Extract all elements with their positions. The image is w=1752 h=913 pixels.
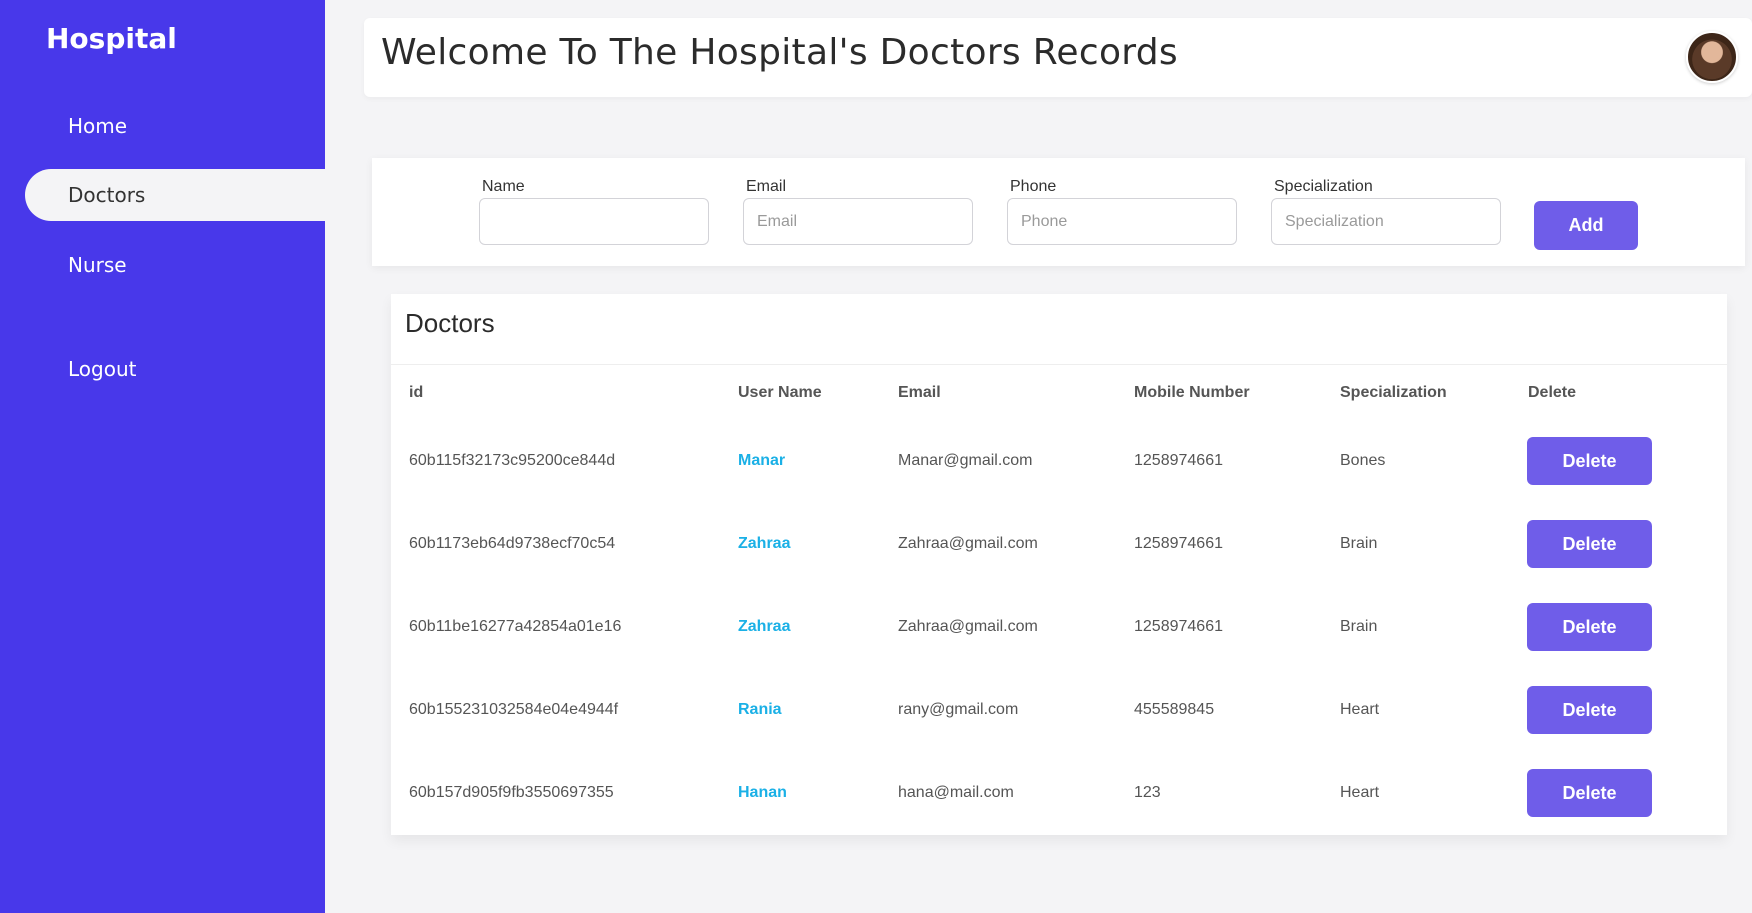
cell-id: 60b115f32173c95200ce844d	[409, 452, 616, 469]
delete-button[interactable]: Delete	[1527, 769, 1652, 817]
divider	[391, 364, 1727, 365]
cell-mobile: 1258974661	[1134, 452, 1223, 469]
email-label: Email	[746, 178, 787, 195]
sidebar-item-logout[interactable]: Logout	[25, 343, 325, 395]
column-header-specialization: Specialization	[1340, 384, 1447, 401]
cell-user-name-link[interactable]: Manar	[738, 452, 785, 470]
phone-input[interactable]	[1007, 198, 1237, 245]
sidebar-item-label: Nurse	[68, 253, 127, 277]
cell-specialization: Heart	[1340, 701, 1380, 718]
phone-label: Phone	[1010, 178, 1057, 195]
cell-user-name-link[interactable]: Zahraa	[738, 618, 790, 636]
cell-id: 60b157d905f9fb3550697355	[409, 784, 614, 801]
specialization-label: Specialization	[1274, 178, 1373, 195]
avatar[interactable]	[1686, 31, 1738, 83]
doctors-table-card: Doctors id User Name Email Mobile Number…	[391, 294, 1727, 835]
cell-user-name-link[interactable]: Hanan	[738, 784, 787, 802]
sidebar-item-doctors[interactable]: Doctors	[25, 169, 325, 221]
cell-mobile: 455589845	[1134, 701, 1215, 718]
column-header-mobile-number: Mobile Number	[1134, 384, 1250, 401]
delete-button[interactable]: Delete	[1527, 437, 1652, 485]
cell-email: Manar@gmail.com	[898, 452, 1033, 469]
cell-mobile: 123	[1134, 784, 1161, 801]
table-title: Doctors	[405, 308, 495, 338]
cell-specialization: Brain	[1340, 535, 1378, 552]
cell-specialization: Brain	[1340, 618, 1378, 635]
cell-specialization: Bones	[1340, 452, 1386, 469]
cell-email: hana@mail.com	[898, 784, 1014, 801]
cell-id: 60b1173eb64d9738ecf70c54	[409, 535, 616, 552]
column-header-id: id	[409, 384, 424, 401]
sidebar-item-label: Home	[68, 114, 128, 138]
specialization-field-group: Specialization	[1271, 178, 1501, 245]
sidebar-item-label: Logout	[68, 357, 137, 381]
sidebar-item-label: Doctors	[68, 183, 146, 207]
column-header-delete: Delete	[1528, 384, 1577, 401]
name-field-group: Name	[479, 178, 709, 245]
name-label: Name	[482, 178, 525, 195]
cell-mobile: 1258974661	[1134, 535, 1223, 552]
sidebar-item-home[interactable]: Home	[25, 100, 325, 152]
cell-mobile: 1258974661	[1134, 618, 1223, 635]
header-bar: Welcome To The Hospital's Doctors Record…	[364, 18, 1752, 97]
cell-id: 60b11be16277a42854a01e16	[409, 618, 622, 635]
name-input[interactable]	[479, 198, 709, 245]
phone-field-group: Phone	[1007, 178, 1237, 245]
delete-button[interactable]: Delete	[1527, 520, 1652, 568]
page-title: Welcome To The Hospital's Doctors Record…	[381, 32, 1178, 73]
cell-specialization: Heart	[1340, 784, 1380, 801]
specialization-input[interactable]	[1271, 198, 1501, 245]
email-field-group: Email	[743, 178, 973, 245]
cell-user-name-link[interactable]: Zahraa	[738, 535, 790, 553]
cell-email: Zahraa@gmail.com	[898, 535, 1038, 552]
column-header-email: Email	[898, 384, 941, 401]
brand-logo: Hospital	[46, 22, 177, 55]
add-button[interactable]: Add	[1534, 201, 1638, 250]
cell-user-name-link[interactable]: Rania	[738, 701, 782, 719]
column-header-user-name: User Name	[738, 384, 822, 401]
add-doctor-form: Name Email Phone Specialization Add	[372, 158, 1745, 266]
sidebar: Hospital Home Doctors Nurse Logout	[0, 0, 325, 913]
cell-id: 60b155231032584e04e4944f	[409, 701, 619, 718]
delete-button[interactable]: Delete	[1527, 686, 1652, 734]
cell-email: Zahraa@gmail.com	[898, 618, 1038, 635]
sidebar-item-nurse[interactable]: Nurse	[25, 239, 325, 291]
email-input[interactable]	[743, 198, 973, 245]
delete-button[interactable]: Delete	[1527, 603, 1652, 651]
cell-email: rany@gmail.com	[898, 701, 1019, 718]
